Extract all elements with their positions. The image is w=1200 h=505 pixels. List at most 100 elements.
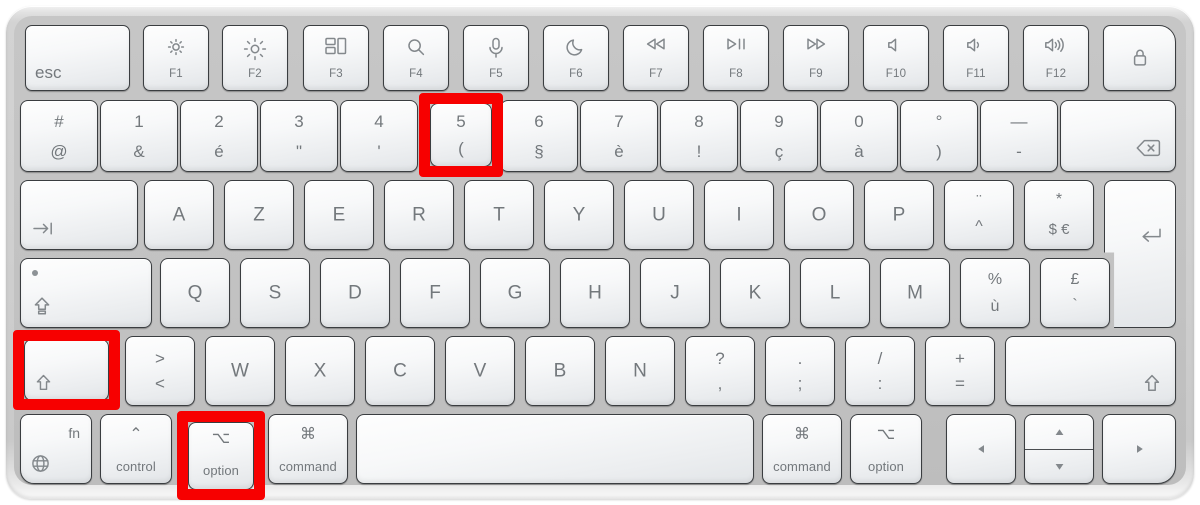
key-esc[interactable]: esc [25, 25, 130, 91]
key-arrow-right[interactable] [1102, 414, 1176, 484]
key-f5[interactable]: F5 [463, 25, 529, 91]
key-f7[interactable]: F7 [623, 25, 689, 91]
key-control-symbol: ⌃ [129, 426, 143, 443]
key-4[interactable]: 4 ' [340, 100, 418, 172]
arrow-up-icon[interactable] [1025, 415, 1093, 449]
key-a-label: A [172, 204, 186, 226]
key-a[interactable]: A [144, 180, 214, 250]
key-command-right[interactable]: ⌘ command [762, 414, 842, 484]
key-4-top: 4 [374, 112, 384, 131]
key-arrow-up-down[interactable] [1024, 414, 1094, 484]
key-f8-label: F8 [729, 67, 743, 80]
key-m-label: M [907, 282, 923, 304]
volume-up-icon [1024, 37, 1088, 53]
key-shift-right[interactable] [1005, 336, 1176, 406]
key-hash-at[interactable]: # @ [20, 100, 98, 172]
key-1[interactable]: 1 & [100, 100, 178, 172]
key-b[interactable]: B [525, 336, 595, 406]
key-i[interactable]: I [704, 180, 774, 250]
key-w[interactable]: W [205, 336, 275, 406]
key-n[interactable]: N [605, 336, 675, 406]
key-z[interactable]: Z [224, 180, 294, 250]
key-o[interactable]: O [784, 180, 854, 250]
key-e-label: E [332, 204, 346, 226]
key-m[interactable]: M [880, 258, 950, 328]
key-9[interactable]: 9 ç [740, 100, 818, 172]
key-u[interactable]: U [624, 180, 694, 250]
key-f6[interactable]: F6 [543, 25, 609, 91]
key-command-right-label: command [773, 459, 831, 474]
key-x[interactable]: X [285, 336, 355, 406]
key-j[interactable]: J [640, 258, 710, 328]
key-delete[interactable] [1060, 100, 1176, 172]
key-y[interactable]: Y [544, 180, 614, 250]
key-space[interactable] [356, 414, 754, 484]
arrow-down-icon[interactable] [1025, 449, 1093, 483]
key-7-bottom: è [614, 142, 624, 161]
key-comma-bottom: , [717, 374, 723, 393]
key-g[interactable]: G [480, 258, 550, 328]
key-arrow-left[interactable] [946, 414, 1016, 484]
key-f8[interactable]: F8 [703, 25, 769, 91]
key-s[interactable]: S [240, 258, 310, 328]
key-f2-label: F2 [248, 67, 262, 80]
play-pause-icon [704, 37, 768, 51]
key-pound-backtick[interactable]: £ ` [1040, 258, 1110, 328]
key-degree-top: ° [935, 112, 943, 131]
key-e[interactable]: E [304, 180, 374, 250]
key-f3[interactable]: F3 [303, 25, 369, 91]
key-fn-globe[interactable]: fn [20, 414, 92, 484]
key-t[interactable]: T [464, 180, 534, 250]
key-return[interactable] [1104, 180, 1176, 328]
key-d[interactable]: D [320, 258, 390, 328]
key-deck: esc F1 F2 F3 F4 F5 F6 F7 F8 F9 F10 F11 F… [0, 0, 1200, 505]
key-o-label: O [811, 204, 827, 226]
key-semicolon[interactable]: . ; [765, 336, 835, 406]
key-7[interactable]: 7 è [580, 100, 658, 172]
key-control[interactable]: ⌃ control [100, 414, 172, 484]
key-p[interactable]: P [864, 180, 934, 250]
key-f-label: F [429, 282, 441, 304]
key-minus[interactable]: — - [980, 100, 1058, 172]
key-0[interactable]: 0 à [820, 100, 898, 172]
key-tab[interactable] [20, 180, 138, 250]
touch-id-lock-icon [1104, 48, 1175, 69]
key-colon[interactable]: / : [845, 336, 915, 406]
key-less-greater[interactable]: > < [125, 336, 195, 406]
key-k[interactable]: K [720, 258, 790, 328]
key-f12[interactable]: F12 [1023, 25, 1089, 91]
key-f1[interactable]: F1 [143, 25, 209, 91]
key-8[interactable]: 8 ! [660, 100, 738, 172]
key-command-left[interactable]: ⌘ command [268, 414, 348, 484]
key-f11[interactable]: F11 [943, 25, 1009, 91]
key-option-right[interactable]: ⌥ option [850, 414, 922, 484]
key-comma[interactable]: ? , [685, 336, 755, 406]
key-percent-u-grave[interactable]: % ù [960, 258, 1030, 328]
key-f4[interactable]: F4 [383, 25, 449, 91]
key-r[interactable]: R [384, 180, 454, 250]
key-h[interactable]: H [560, 258, 630, 328]
key-degree[interactable]: ° ) [900, 100, 978, 172]
key-d-label: D [348, 282, 362, 304]
key-t-label: T [493, 204, 505, 226]
key-f10[interactable]: F10 [863, 25, 929, 91]
key-f9[interactable]: F9 [783, 25, 849, 91]
key-l[interactable]: L [800, 258, 870, 328]
highlight-key-option-left [177, 411, 265, 500]
key-circumflex[interactable]: ¨ ^ [944, 180, 1014, 250]
key-2[interactable]: 2 é [180, 100, 258, 172]
key-v[interactable]: V [445, 336, 515, 406]
key-hash-at-bottom: @ [50, 142, 68, 161]
key-f[interactable]: F [400, 258, 470, 328]
key-c[interactable]: C [365, 336, 435, 406]
key-9-bottom: ç [774, 142, 784, 161]
key-caps-lock[interactable] [20, 258, 152, 328]
key-touch-id[interactable] [1103, 25, 1176, 91]
key-equals[interactable]: + = [925, 336, 995, 406]
key-f2[interactable]: F2 [222, 25, 288, 91]
key-6[interactable]: 6 § [500, 100, 578, 172]
key-s-label: S [268, 282, 282, 304]
key-q[interactable]: Q [160, 258, 230, 328]
key-dollar-euro[interactable]: * $ € [1024, 180, 1094, 250]
key-3[interactable]: 3 " [260, 100, 338, 172]
